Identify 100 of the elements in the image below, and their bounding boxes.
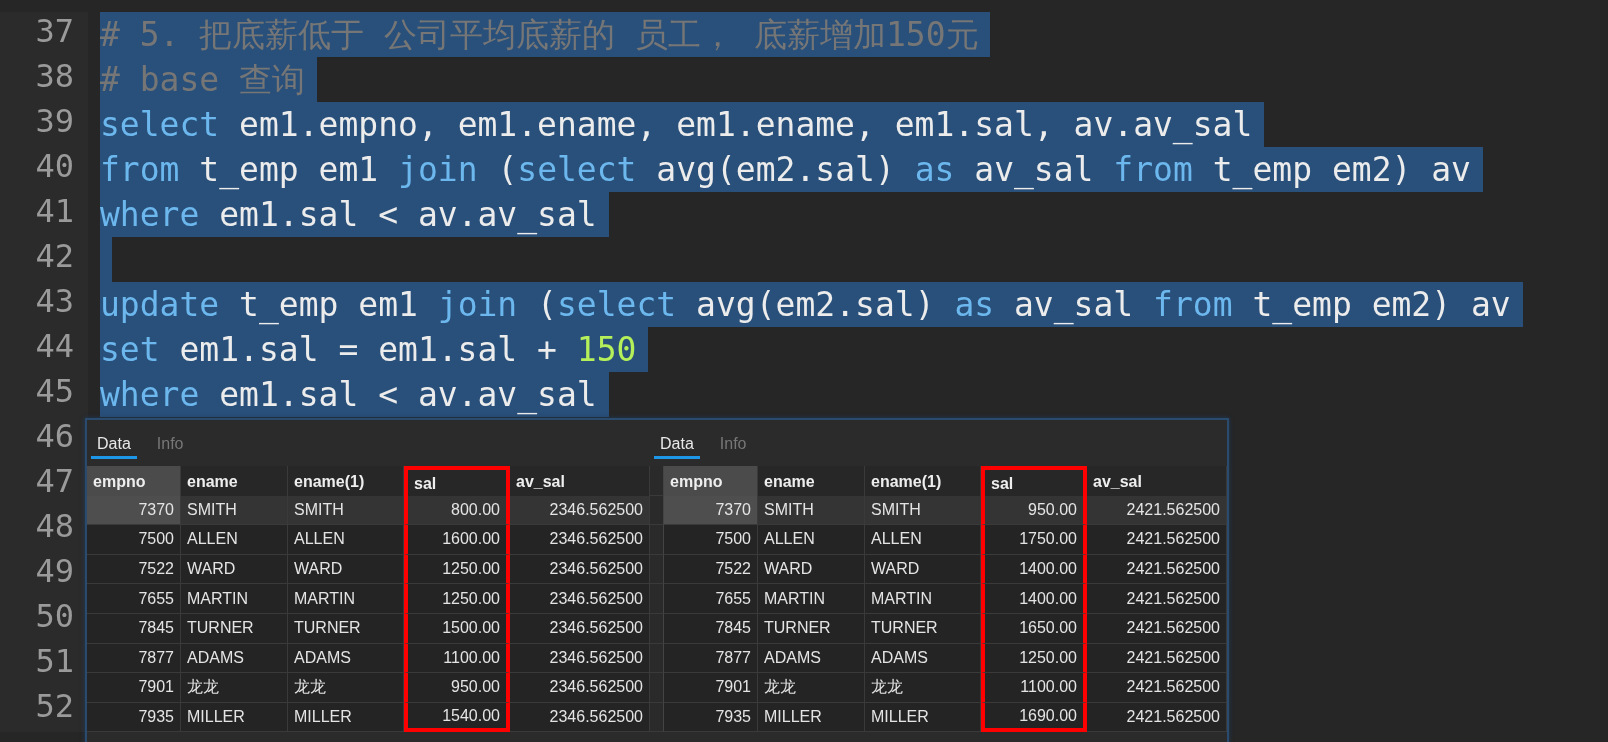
table-cell: 1400.00 xyxy=(981,554,1087,585)
table-cell: MARTIN xyxy=(288,584,404,614)
column-header[interactable]: empno xyxy=(664,466,758,498)
table-cell: TURNER xyxy=(181,613,288,644)
table-cell: SMITH xyxy=(288,495,404,526)
table-cell: WARD xyxy=(181,554,288,585)
table-cell: 7901 xyxy=(87,673,181,703)
table-cell: ALLEN xyxy=(288,525,404,555)
table-cell: 2346.562500 xyxy=(510,554,650,585)
line-number: 39 xyxy=(0,102,88,147)
table-cell: MILLER xyxy=(288,702,404,733)
column-header[interactable]: ename(1) xyxy=(288,466,404,498)
row-header-cell[interactable] xyxy=(650,554,664,585)
table-cell: ALLEN xyxy=(758,525,865,555)
table-cell: MILLER xyxy=(181,702,288,733)
column-header[interactable]: ename xyxy=(758,466,865,498)
table-cell: 2346.562500 xyxy=(510,613,650,644)
column-header[interactable]: av_sal xyxy=(510,466,650,498)
table-cell: 2421.562500 xyxy=(1087,495,1227,526)
table-cell: 2421.562500 xyxy=(1087,673,1227,703)
table-cell: 2421.562500 xyxy=(1087,525,1227,555)
row-header-cell[interactable] xyxy=(650,584,664,614)
row-header-cell[interactable] xyxy=(650,702,664,733)
row-header-cell[interactable] xyxy=(650,495,664,526)
table-cell: ADAMS xyxy=(865,643,981,674)
row-header-cell[interactable] xyxy=(650,673,664,703)
table-cell: 1600.00 xyxy=(404,525,510,555)
table-cell: MARTIN xyxy=(865,584,981,614)
table-cell: TURNER xyxy=(288,613,404,644)
table-cell: ALLEN xyxy=(181,525,288,555)
row-header-cell[interactable] xyxy=(650,643,664,674)
table-cell: SMITH xyxy=(865,495,981,526)
table-cell: WARD xyxy=(758,554,865,585)
column-header[interactable]: empno xyxy=(87,466,181,498)
table-cell: TURNER xyxy=(758,613,865,644)
line-number: 52 xyxy=(0,687,88,732)
tab[interactable]: Data xyxy=(654,431,700,459)
line-number: 37 xyxy=(0,12,88,57)
table-cell: MARTIN xyxy=(758,584,865,614)
table-cell: ALLEN xyxy=(865,525,981,555)
column-header[interactable]: av_sal xyxy=(1087,466,1227,498)
row-header-cell[interactable] xyxy=(650,613,664,644)
row-header-cell xyxy=(650,466,664,496)
table-cell: 2421.562500 xyxy=(1087,702,1227,733)
line-number: 42 xyxy=(0,237,88,282)
table-cell: 2346.562500 xyxy=(510,702,650,733)
table-cell: 1100.00 xyxy=(404,643,510,674)
table-cell: 7935 xyxy=(664,702,758,733)
table-cell: 龙龙 xyxy=(865,673,981,703)
table-cell: MILLER xyxy=(758,702,865,733)
table-cell: 7877 xyxy=(664,643,758,674)
table-cell: 2421.562500 xyxy=(1087,643,1227,674)
table-cell: SMITH xyxy=(758,495,865,526)
table-cell: ADAMS xyxy=(288,643,404,674)
line-number: 45 xyxy=(0,372,88,417)
table-cell: 7370 xyxy=(87,495,181,526)
column-header[interactable]: ename xyxy=(181,466,288,498)
line-number: 46 xyxy=(0,417,88,462)
line-number: 48 xyxy=(0,507,88,552)
table-cell: 800.00 xyxy=(404,495,510,526)
table-cell: 7935 xyxy=(87,702,181,733)
table-cell: 7500 xyxy=(664,525,758,555)
table-cell: 2346.562500 xyxy=(510,584,650,614)
line-number: 47 xyxy=(0,462,88,507)
line-number: 50 xyxy=(0,597,88,642)
table-cell: 龙龙 xyxy=(181,673,288,703)
table-cell: 7655 xyxy=(87,584,181,614)
table-cell: ADAMS xyxy=(181,643,288,674)
column-header[interactable]: ename(1) xyxy=(865,466,981,498)
table-cell: TURNER xyxy=(865,613,981,644)
table-cell: 7901 xyxy=(664,673,758,703)
table-cell: 7522 xyxy=(664,554,758,585)
table-cell: 7845 xyxy=(664,613,758,644)
table-cell: 2421.562500 xyxy=(1087,554,1227,585)
line-number: 43 xyxy=(0,282,88,327)
table-cell: 7500 xyxy=(87,525,181,555)
tab[interactable]: Data xyxy=(91,431,137,459)
line-number: 51 xyxy=(0,642,88,687)
column-header[interactable]: sal xyxy=(981,466,1087,498)
line-number: 40 xyxy=(0,147,88,192)
table-cell: 1250.00 xyxy=(404,584,510,614)
table-cell: 1690.00 xyxy=(981,702,1087,733)
table-cell: ADAMS xyxy=(758,643,865,674)
row-header-cell[interactable] xyxy=(650,525,664,555)
line-number: 49 xyxy=(0,552,88,597)
table-cell: 950.00 xyxy=(404,673,510,703)
table-cell: WARD xyxy=(288,554,404,585)
table-cell: 7877 xyxy=(87,643,181,674)
line-number: 38 xyxy=(0,57,88,102)
table-cell: WARD xyxy=(865,554,981,585)
table-cell: 1250.00 xyxy=(404,554,510,585)
table-cell: 1650.00 xyxy=(981,613,1087,644)
table-cell: MILLER xyxy=(865,702,981,733)
table-cell: 7845 xyxy=(87,613,181,644)
column-header[interactable]: sal xyxy=(404,466,510,498)
table-cell: 2421.562500 xyxy=(1087,613,1227,644)
table-cell: SMITH xyxy=(181,495,288,526)
table-cell: 1250.00 xyxy=(981,643,1087,674)
table-cell: 2421.562500 xyxy=(1087,584,1227,614)
table-cell: 7655 xyxy=(664,584,758,614)
